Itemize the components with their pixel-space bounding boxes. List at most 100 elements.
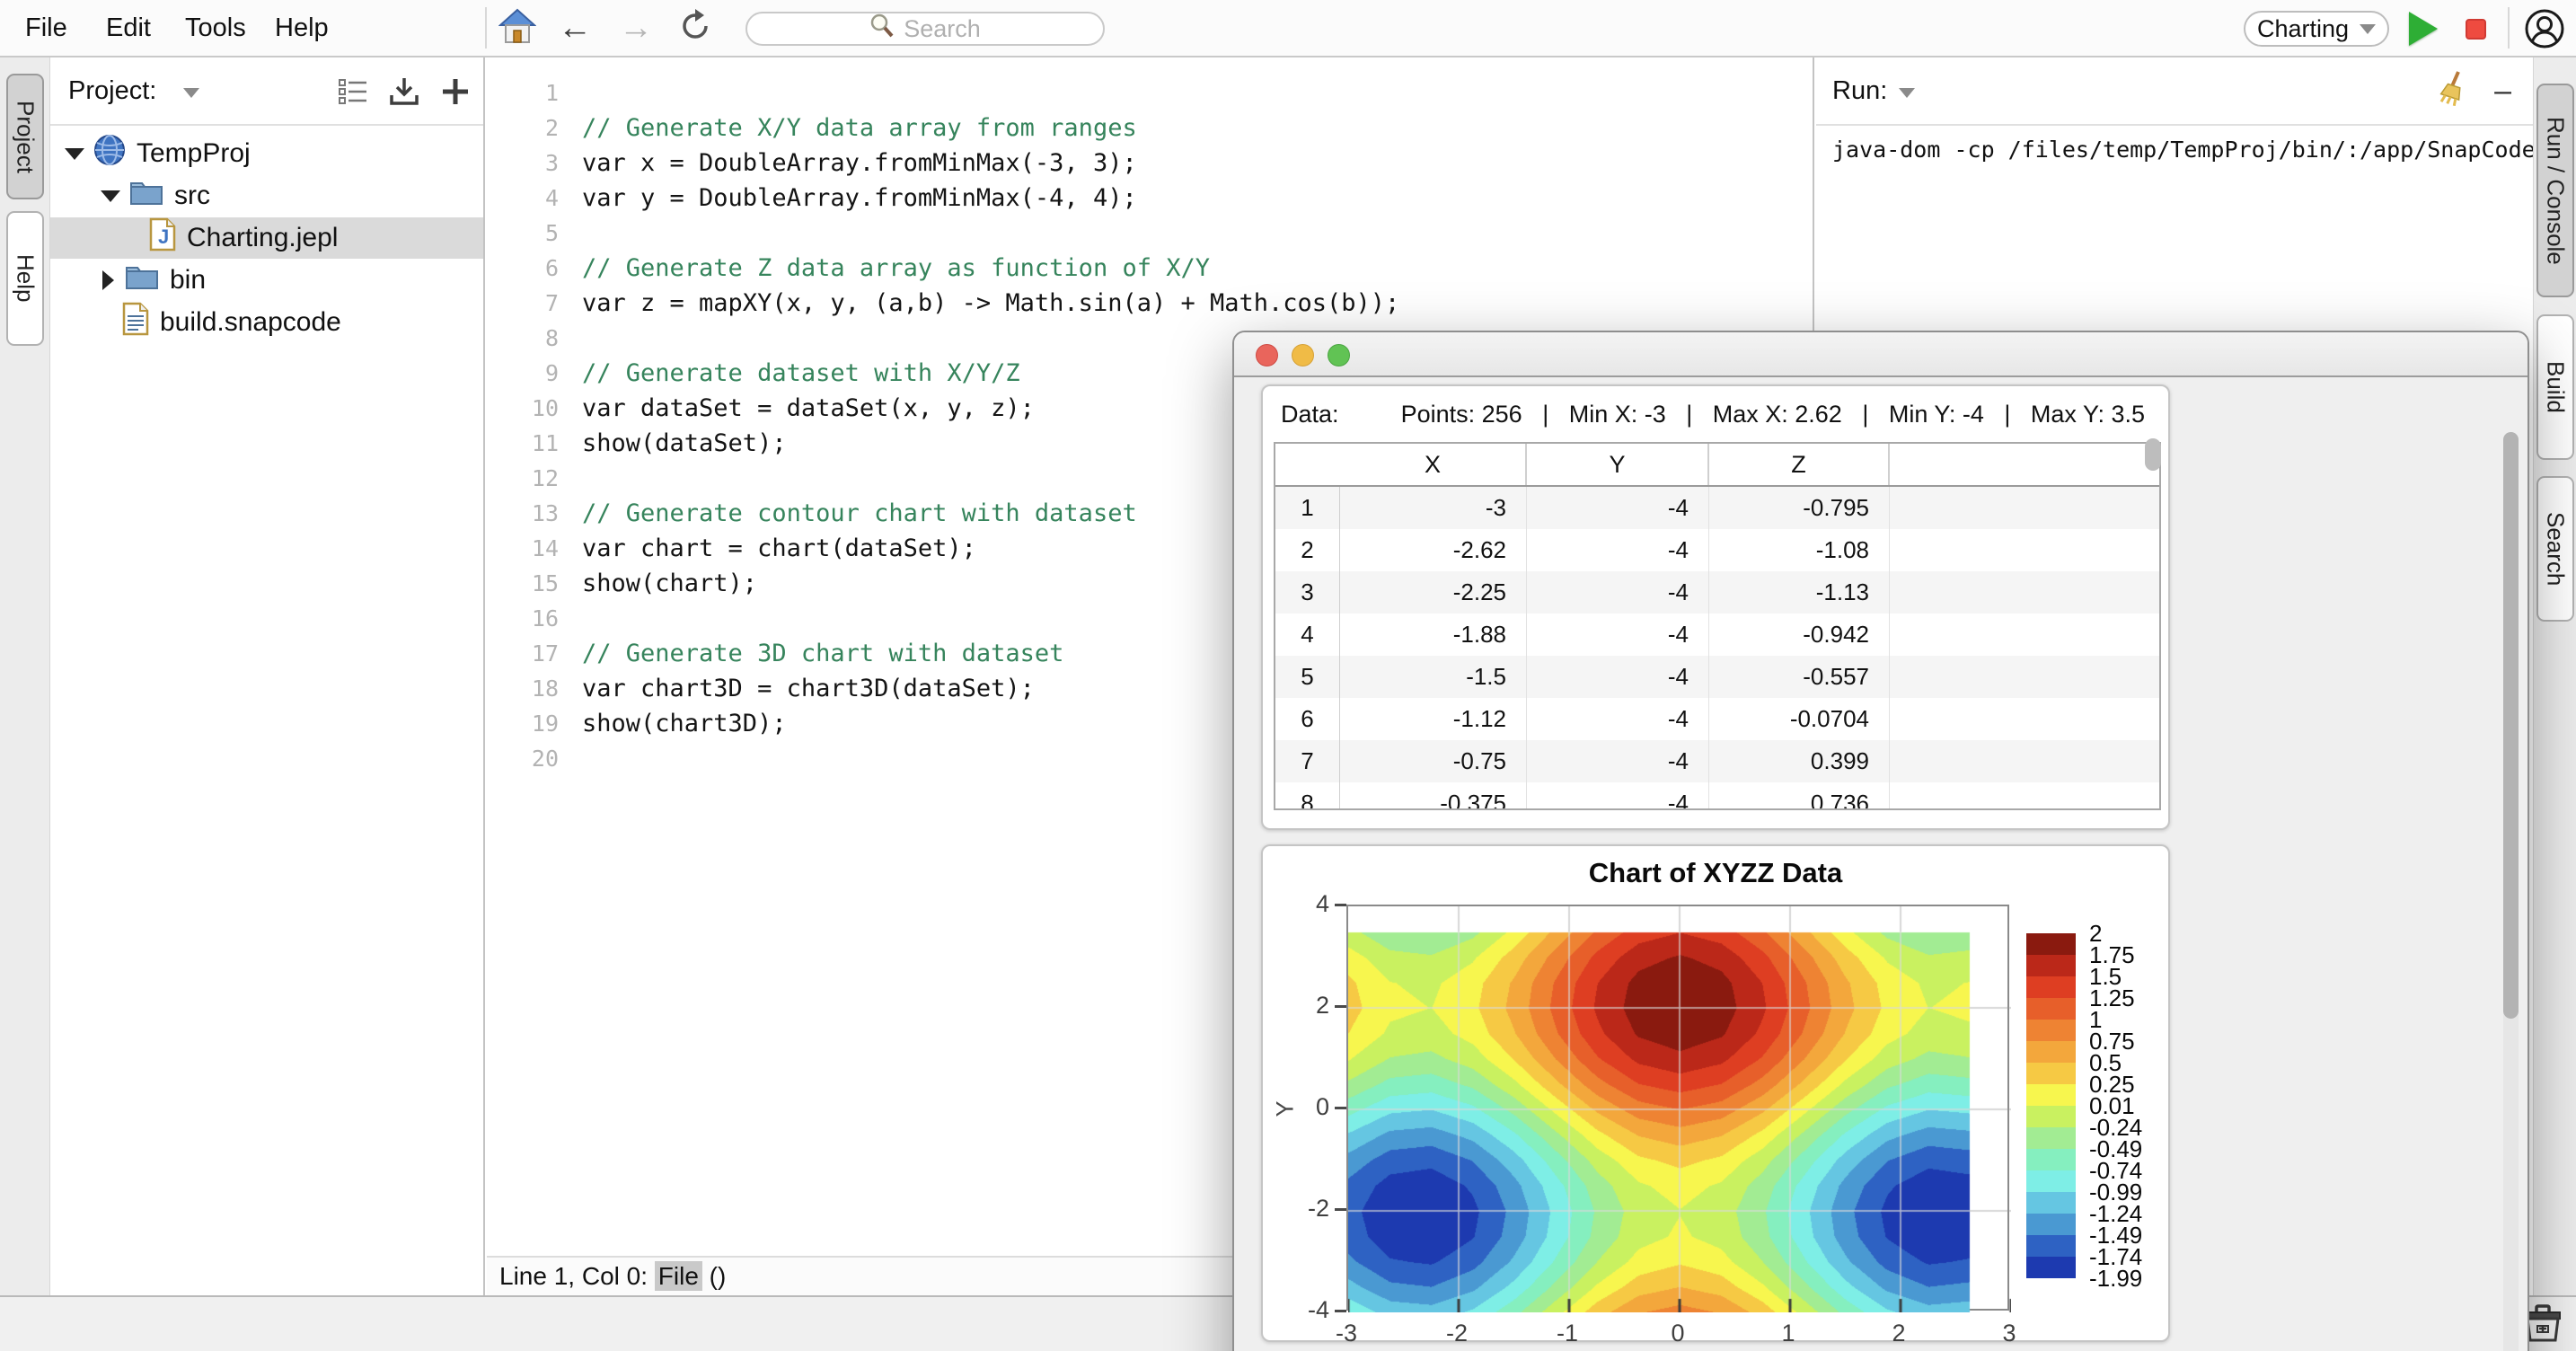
code-line[interactable]: 7var z = mapXY(x, y, (a,b) -> Math.sin(a… (487, 286, 1813, 321)
window-scrollbar[interactable] (2503, 432, 2519, 1351)
tree-view-icon[interactable] (338, 76, 368, 111)
tab-build[interactable]: Build (2536, 314, 2574, 460)
table-column-header[interactable]: X (1340, 444, 1527, 485)
menu-help[interactable]: Help (262, 0, 341, 56)
disclosure-closed-icon[interactable] (102, 270, 114, 290)
status-node-label: File (655, 1261, 702, 1291)
code-text: // Generate contour chart with dataset (582, 496, 1137, 531)
line-number: 4 (487, 181, 559, 216)
colorbar-band (2026, 1106, 2076, 1127)
value-cell: -1.08 (1709, 529, 1890, 571)
line-number: 13 (487, 496, 559, 531)
output-window[interactable]: Data: Points: 256 | Min X: -3 | Max X: 2… (1232, 331, 2529, 1351)
back-button[interactable]: ← (551, 0, 598, 56)
play-icon (2409, 12, 2438, 46)
chevron-down-icon (2360, 24, 2376, 34)
window-titlebar[interactable] (1234, 332, 2527, 377)
value-cell: -4 (1527, 529, 1709, 571)
row-index-cell: 4 (1275, 614, 1340, 656)
table-row[interactable]: 5-1.5-4-0.557 (1275, 656, 2159, 698)
line-number: 11 (487, 426, 559, 461)
y-tick-label: 2 (1279, 992, 1329, 1020)
value-cell: -1.5 (1340, 656, 1527, 698)
table-row[interactable]: 3-2.25-4-1.13 (1275, 571, 2159, 614)
code-line[interactable]: 2// Generate X/Y data array from ranges (487, 110, 1813, 146)
account-button[interactable] (2524, 8, 2565, 49)
status-suffix: () (702, 1262, 726, 1290)
table-row[interactable]: 6-1.12-4-0.0704 (1275, 698, 2159, 740)
add-file-icon[interactable] (440, 76, 471, 111)
window-scrollbar-thumb[interactable] (2503, 432, 2519, 1019)
value-cell: -4 (1527, 740, 1709, 782)
forward-button[interactable]: → (613, 0, 659, 56)
code-line[interactable]: 1 (487, 75, 1813, 110)
disclosure-open-icon[interactable] (101, 190, 120, 202)
line-number: 16 (487, 601, 559, 636)
project-chevron-icon[interactable] (183, 88, 199, 98)
table-column-header[interactable]: Z (1709, 444, 1890, 485)
code-text: var chart3D = chart3D(dataSet); (582, 671, 1035, 706)
code-text: var z = mapXY(x, y, (a,b) -> Math.sin(a)… (582, 286, 1399, 321)
window-minimize-button[interactable] (1292, 344, 1314, 366)
run-config-dropdown[interactable]: Charting (2244, 11, 2389, 47)
collapse-panel-button[interactable]: – (2494, 73, 2511, 109)
dataset-table[interactable]: XYZ1-3-4-0.7952-2.62-4-1.083-2.25-4-1.13… (1274, 442, 2161, 810)
tab-run-console[interactable]: Run / Console (2536, 84, 2574, 297)
clear-console-broom-icon[interactable] (2437, 70, 2469, 110)
tree-item-build-snapcode[interactable]: build.snapcode (50, 302, 483, 343)
y-tick-mark (1335, 1005, 1346, 1008)
line-number: 18 (487, 671, 559, 706)
value-cell: -0.942 (1709, 614, 1890, 656)
line-number: 8 (487, 321, 559, 356)
tree-item-label: build.snapcode (160, 307, 341, 338)
value-cell: -2.62 (1340, 529, 1527, 571)
window-close-button[interactable] (1256, 344, 1278, 366)
colorbar-band (2026, 1214, 2076, 1235)
tree-item-tempproj[interactable]: TempProj (50, 133, 483, 174)
window-zoom-button[interactable] (1328, 344, 1350, 366)
refresh-button[interactable] (672, 0, 719, 56)
code-text: var dataSet = dataSet(x, y, z); (582, 391, 1035, 426)
stop-button[interactable] (2466, 19, 2486, 40)
value-cell: -4 (1527, 782, 1709, 810)
download-icon[interactable] (388, 75, 420, 112)
x-tick-label: 1 (1752, 1320, 1824, 1347)
colorbar-band (2026, 998, 2076, 1020)
table-row[interactable]: 8-0.375-40.736 (1275, 782, 2159, 810)
table-header: XYZ (1275, 444, 2159, 487)
tree-item-src[interactable]: src (50, 175, 483, 216)
menu-edit[interactable]: Edit (93, 0, 163, 56)
code-line[interactable]: 6// Generate Z data array as function of… (487, 251, 1813, 286)
table-scrollbar-thumb[interactable] (2145, 438, 2161, 471)
table-row[interactable]: 4-1.88-4-0.942 (1275, 614, 2159, 656)
table-column-header[interactable]: Y (1527, 444, 1709, 485)
menu-tools[interactable]: Tools (172, 0, 259, 56)
home-button[interactable] (494, 0, 541, 56)
disclosure-open-icon[interactable] (65, 148, 84, 160)
tree-item-charting-jepl[interactable]: J Charting.jepl (50, 217, 483, 259)
contour-plot[interactable] (1346, 905, 2009, 1311)
tab-search[interactable]: Search (2536, 476, 2574, 622)
value-cell: -2.25 (1340, 571, 1527, 614)
code-line[interactable]: 3var x = DoubleArray.fromMinMax(-3, 3); (487, 146, 1813, 181)
run-chevron-icon[interactable] (1899, 88, 1915, 98)
table-row[interactable]: 1-3-4-0.795 (1275, 487, 2159, 529)
run-button[interactable] (2409, 12, 2445, 46)
code-line[interactable]: 5 (487, 216, 1813, 251)
row-index-cell: 5 (1275, 656, 1340, 698)
folder-icon (125, 262, 159, 298)
menu-file[interactable]: File (13, 0, 80, 56)
window-body: Data: Points: 256 | Min X: -3 | Max X: 2… (1234, 379, 2527, 1351)
row-index-cell: 3 (1275, 571, 1340, 614)
tree-item-bin[interactable]: bin (50, 260, 483, 301)
tab-help[interactable]: Help (6, 211, 44, 346)
tab-project[interactable]: Project (6, 74, 44, 199)
colorbar (2026, 933, 2076, 1278)
tree-item-label: bin (170, 265, 206, 296)
search-input[interactable]: Search (745, 12, 1105, 46)
table-row[interactable]: 2-2.62-4-1.08 (1275, 529, 2159, 571)
table-row[interactable]: 7-0.75-40.399 (1275, 740, 2159, 782)
code-line[interactable]: 4var y = DoubleArray.fromMinMax(-4, 4); (487, 181, 1813, 216)
home-icon (498, 7, 536, 49)
left-tab-strip: Project Help (0, 57, 50, 1295)
